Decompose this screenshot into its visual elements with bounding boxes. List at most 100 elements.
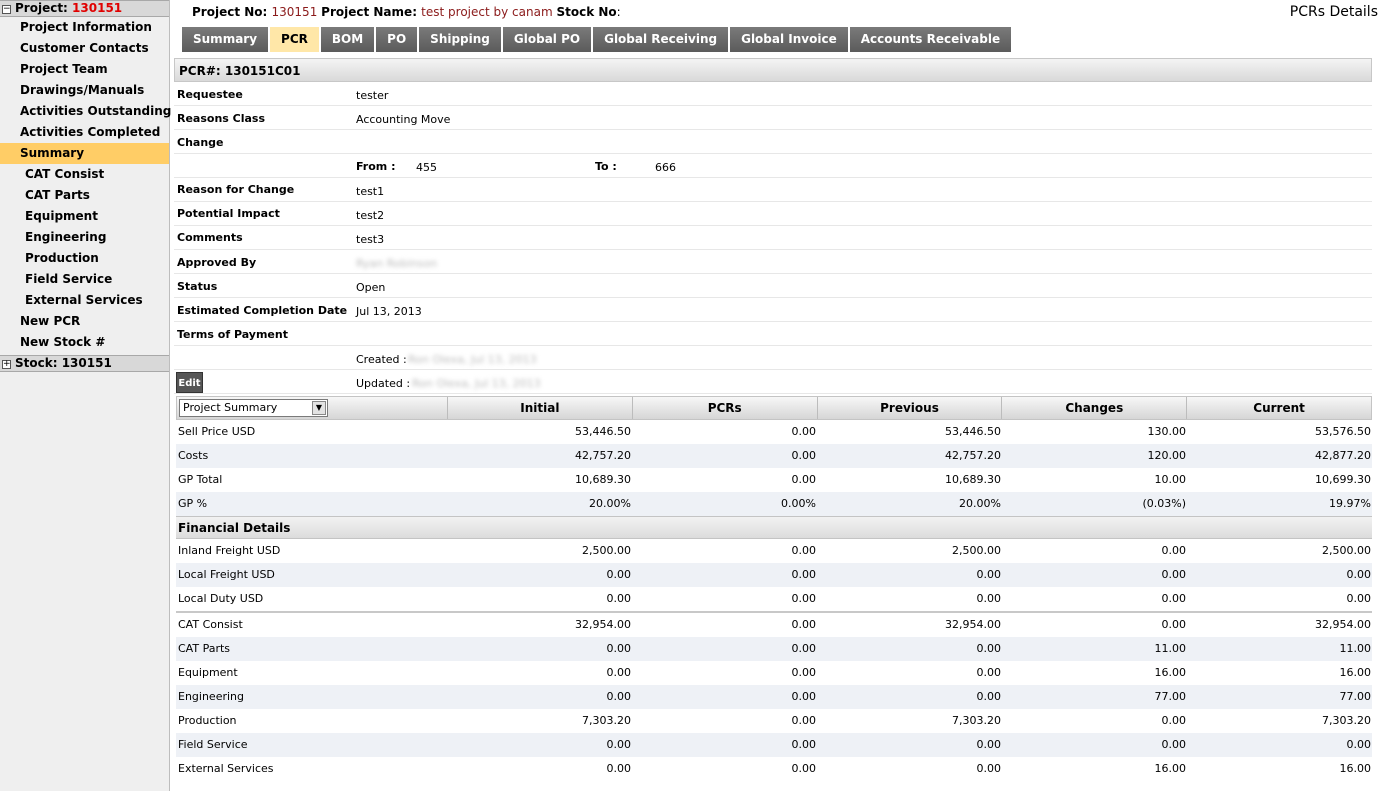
sidebar-item-project-information[interactable]: Project Information bbox=[0, 17, 169, 38]
tab-shipping[interactable]: Shipping bbox=[419, 27, 501, 52]
table-cell: 10,699.30 bbox=[1315, 473, 1371, 486]
column-header-current: Current bbox=[1253, 401, 1305, 415]
impact-label: Potential Impact bbox=[177, 207, 280, 220]
table-cell: 0.00 bbox=[791, 762, 817, 775]
sidebar-item-engineering[interactable]: Engineering bbox=[0, 227, 169, 248]
row-label: Equipment bbox=[178, 666, 238, 679]
table-cell: 0.00 bbox=[606, 690, 632, 703]
table-cell: 2,500.00 bbox=[582, 544, 631, 557]
row-label: Costs bbox=[178, 449, 209, 462]
table-cell: 7,303.20 bbox=[952, 714, 1001, 727]
table-cell: 0.00 bbox=[606, 762, 632, 775]
sidebar-item-cat-parts[interactable]: CAT Parts bbox=[0, 185, 169, 206]
table-cell: 2,500.00 bbox=[1322, 544, 1371, 557]
financial-details-heading: Financial Details bbox=[176, 516, 1372, 539]
sidebar-item-customer-contacts[interactable]: Customer Contacts bbox=[0, 38, 169, 59]
table-cell: 0.00 bbox=[791, 738, 817, 751]
table-cell: 42,757.20 bbox=[945, 449, 1001, 462]
dropdown-arrow-icon[interactable]: ▼ bbox=[312, 401, 326, 415]
table-cell: 11.00 bbox=[1339, 642, 1372, 655]
reasons-class-label: Reasons Class bbox=[177, 112, 266, 125]
table-row: Local Freight USD 0.00 0.00 0.00 0.00 0.00 bbox=[176, 563, 1372, 587]
project-no-value: 130151 bbox=[271, 5, 318, 19]
table-row: CAT Consist 32,954.00 0.00 32,954.00 0.00 32,… bbox=[176, 613, 1372, 637]
table-cell: 77.00 bbox=[1339, 690, 1372, 703]
table-cell: 19.97% bbox=[1329, 497, 1371, 510]
table-cell: 53,446.50 bbox=[575, 425, 631, 438]
sidebar-item-summary[interactable]: Summary bbox=[0, 143, 169, 164]
freight-rows: Inland Freight USD 2,500.00 0.00 2,500.00 0.… bbox=[176, 539, 1372, 611]
project-label: Project: bbox=[15, 1, 68, 15]
sidebar-item-external-services[interactable]: External Services bbox=[0, 290, 169, 311]
tab-global-receiving[interactable]: Global Receiving bbox=[593, 27, 729, 52]
row-label: External Services bbox=[178, 762, 274, 775]
sidebar-item-equipment[interactable]: Equipment bbox=[0, 206, 169, 227]
summary-view-select[interactable]: Project Summary ▼ bbox=[179, 399, 328, 417]
stock-group-header[interactable]: + Stock: 130151 bbox=[0, 355, 169, 372]
table-cell: 16.00 bbox=[1339, 762, 1372, 775]
table-cell: 2,500.00 bbox=[952, 544, 1001, 557]
table-cell: 0.00 bbox=[791, 642, 817, 655]
ecd-value: Jul 13, 2013 bbox=[356, 305, 422, 318]
field-estimated-completion: Estimated Completion Date Jul 13, 2013 bbox=[174, 298, 1372, 322]
tab-po[interactable]: PO bbox=[376, 27, 418, 52]
table-cell: 42,757.20 bbox=[575, 449, 631, 462]
project-group-header[interactable]: − Project: 130151 bbox=[0, 0, 169, 17]
sidebar-item-activities-completed[interactable]: Activities Completed bbox=[0, 122, 169, 143]
sidebar-item-cat-consist[interactable]: CAT Consist bbox=[0, 164, 169, 185]
field-terms-of-payment: Terms of Payment bbox=[174, 322, 1372, 346]
expand-icon[interactable]: + bbox=[2, 360, 11, 369]
field-updated: Edit Updated : Ron Olexa, Jul 13, 2013 bbox=[174, 370, 1372, 394]
tab-global-invoice[interactable]: Global Invoice bbox=[730, 27, 848, 52]
edit-button[interactable]: Edit bbox=[176, 372, 203, 393]
table-cell: 0.00 bbox=[791, 592, 817, 605]
table-cell: 0.00 bbox=[606, 738, 632, 751]
terms-label: Terms of Payment bbox=[177, 328, 288, 341]
updated-value: Ron Olexa, Jul 13, 2013 bbox=[412, 377, 541, 390]
table-cell: 16.00 bbox=[1154, 666, 1187, 679]
table-cell: 0.00 bbox=[606, 666, 632, 679]
page-title: PCRs Details bbox=[1289, 4, 1378, 20]
table-cell: 10.00 bbox=[1154, 473, 1187, 486]
collapse-icon[interactable]: − bbox=[2, 5, 11, 14]
table-cell: 53,446.50 bbox=[945, 425, 1001, 438]
category-rows: CAT Consist 32,954.00 0.00 32,954.00 0.00 32,… bbox=[176, 613, 1372, 781]
sidebar-item-drawings-manuals[interactable]: Drawings/Manuals bbox=[0, 80, 169, 101]
tab-bar: Summary PCR BOM PO Shipping Global PO Global R… bbox=[182, 27, 1013, 52]
table-cell: 0.00 bbox=[791, 473, 817, 486]
updated-label: Updated : bbox=[356, 377, 411, 390]
summary-view-select-value: Project Summary bbox=[183, 401, 278, 414]
table-cell: 0.00 bbox=[1161, 544, 1187, 557]
table-cell: 53,576.50 bbox=[1315, 425, 1371, 438]
field-reasons-class: Reasons Class Accounting Move bbox=[174, 106, 1372, 130]
table-cell: 0.00 bbox=[791, 425, 817, 438]
table-cell: 0.00 bbox=[791, 449, 817, 462]
sidebar-item-new-stock[interactable]: New Stock # bbox=[0, 332, 169, 353]
tab-bom[interactable]: BOM bbox=[320, 27, 375, 52]
table-cell: 0.00 bbox=[976, 690, 1002, 703]
table-cell: 0.00 bbox=[976, 762, 1002, 775]
table-cell: 32,954.00 bbox=[575, 618, 631, 631]
reason-label: Reason for Change bbox=[177, 183, 295, 196]
comments-label: Comments bbox=[177, 231, 243, 244]
table-cell: 0.00 bbox=[1161, 568, 1187, 581]
row-label: Inland Freight USD bbox=[178, 544, 281, 557]
tab-accounts-receivable[interactable]: Accounts Receivable bbox=[849, 27, 1012, 52]
pcr-details-form: PCR#: 130151C01 Requestee tester Reasons… bbox=[174, 58, 1372, 394]
table-cell: 0.00 bbox=[1161, 592, 1187, 605]
table-cell: 0.00 bbox=[976, 642, 1002, 655]
field-status: Status Open bbox=[174, 274, 1372, 298]
tab-pcr[interactable]: PCR bbox=[270, 27, 319, 52]
table-cell: 32,954.00 bbox=[1315, 618, 1371, 631]
status-label: Status bbox=[177, 280, 218, 293]
table-cell: 0.00 bbox=[976, 666, 1002, 679]
table-cell: 0.00 bbox=[606, 568, 632, 581]
sidebar-item-field-service[interactable]: Field Service bbox=[0, 269, 169, 290]
sidebar-item-new-pcr[interactable]: New PCR bbox=[0, 311, 169, 332]
to-label: To : bbox=[595, 160, 617, 173]
sidebar-item-activities-outstanding[interactable]: Activities Outstanding bbox=[0, 101, 171, 122]
tab-summary[interactable]: Summary bbox=[182, 27, 269, 52]
tab-global-po[interactable]: Global PO bbox=[502, 27, 592, 52]
sidebar-item-project-team[interactable]: Project Team bbox=[0, 59, 169, 80]
sidebar-item-production[interactable]: Production bbox=[0, 248, 169, 269]
